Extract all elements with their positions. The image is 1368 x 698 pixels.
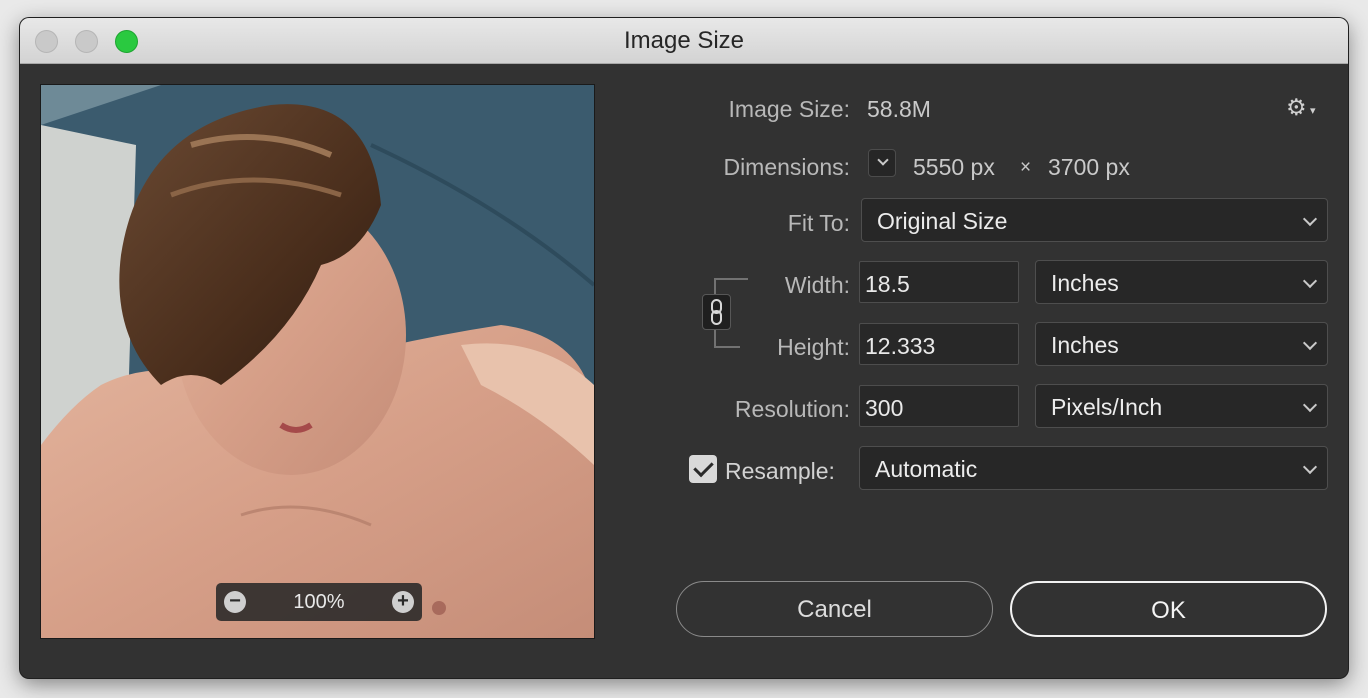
width-unit-value: Inches [1051,270,1119,296]
image-size-value: 58.8M [867,96,931,122]
ok-button[interactable]: OK [1010,581,1327,637]
chevron-down-icon [877,154,889,166]
preview-photo [41,85,594,638]
resample-value: Automatic [875,456,978,482]
height-unit-value: Inches [1051,332,1119,358]
resolution-label: Resolution: [734,396,850,422]
resample-checkbox[interactable] [689,455,717,483]
window-title: Image Size [623,27,745,54]
fit-to-value: Original Size [877,208,1008,234]
width-unit-select[interactable]: Inches [1035,260,1328,304]
width-input[interactable]: 18.5 [859,261,1019,303]
chevron-down-icon [1302,397,1318,413]
chevron-down-icon [1302,335,1318,351]
resample-label: Resample: [725,458,835,484]
height-input[interactable]: 12.333 [859,323,1019,365]
fit-to-label: Fit To: [787,210,850,236]
chain-link-icon [711,299,722,325]
dimensions-width-px: 5550 px [913,154,995,180]
dimensions-label: Dimensions: [723,154,850,180]
image-preview[interactable]: − 100% + [40,84,595,639]
gear-icon[interactable]: ⚙ [1286,94,1307,121]
chevron-down-icon [1302,459,1318,475]
resolution-unit-value: Pixels/Inch [1051,394,1163,420]
height-label: Height: [777,334,850,360]
chevron-down-icon [1302,273,1318,289]
title-bar: Image Size [20,18,1348,64]
resolution-input[interactable]: 300 [859,385,1019,427]
width-label: Width: [784,272,850,298]
chevron-down-icon [1302,211,1318,227]
zoom-in-icon[interactable]: + [392,591,414,613]
link-icon[interactable] [702,294,731,330]
resample-select[interactable]: Automatic [859,446,1328,490]
zoom-control: − 100% + [216,583,422,621]
image-size-dialog: Image Size − 100% + Image Size: 58.8M ⚙ … [20,18,1348,678]
height-unit-select[interactable]: Inches [1035,322,1328,366]
resolution-unit-select[interactable]: Pixels/Inch [1035,384,1328,428]
chevron-down-icon: ▾ [1310,105,1316,117]
dimensions-height-px: 3700 px [1048,154,1130,180]
image-size-label: Image Size: [728,96,850,122]
cancel-button[interactable]: Cancel [676,581,993,637]
dimensions-unit-toggle[interactable] [868,149,896,177]
dimensions-times: × [1020,157,1032,178]
fit-to-select[interactable]: Original Size [861,198,1328,242]
